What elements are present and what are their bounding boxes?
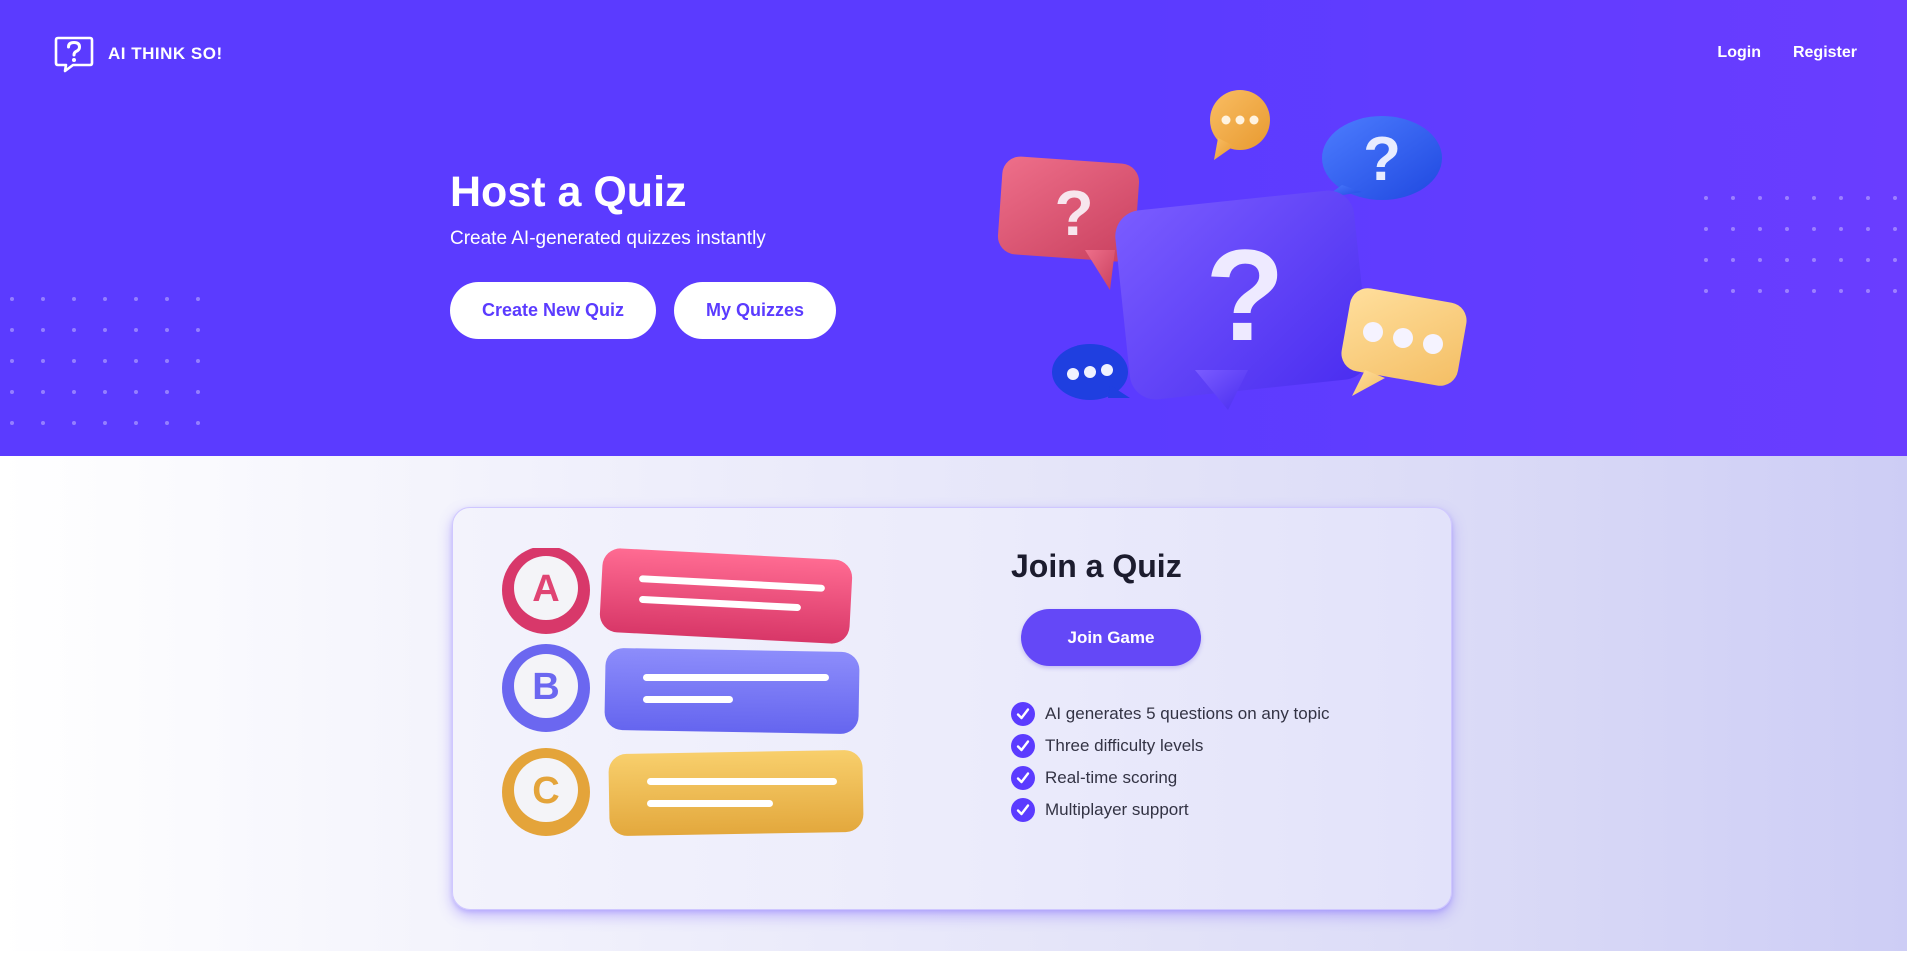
login-link[interactable]: Login xyxy=(1717,44,1761,62)
my-quizzes-button[interactable]: My Quizzes xyxy=(674,282,837,339)
check-circle-icon xyxy=(1011,702,1035,726)
list-item: Three difficulty levels xyxy=(1011,730,1329,762)
feature-text: Three difficulty levels xyxy=(1045,736,1204,755)
navy-chat-bubble-icon xyxy=(1052,344,1130,400)
option-b-label: B xyxy=(532,666,559,708)
list-item: Multiplayer support xyxy=(1011,794,1329,826)
chat-bubbles-illustration: ? ? ? xyxy=(997,90,1467,410)
feature-list: AI generates 5 questions on any topic Th… xyxy=(1011,698,1329,826)
option-b-row: B xyxy=(502,644,860,734)
svg-text:?: ? xyxy=(1054,177,1093,249)
register-link[interactable]: Register xyxy=(1793,44,1857,62)
purple-question-bubble-icon: ? xyxy=(1115,190,1369,410)
dot-pattern-right xyxy=(1704,196,1897,293)
check-circle-icon xyxy=(1011,766,1035,790)
abc-options-illustration: A B C xyxy=(502,548,864,836)
join-game-button[interactable]: Join Game xyxy=(1021,609,1201,666)
hero-subtitle: Create AI-generated quizzes instantly xyxy=(450,228,766,249)
svg-text:?: ? xyxy=(1205,222,1284,368)
svg-text:?: ? xyxy=(1363,125,1401,194)
feature-text: AI generates 5 questions on any topic xyxy=(1045,704,1330,723)
join-quiz-card: A B C Join a Quiz Join Game AI generates xyxy=(452,507,1452,910)
feature-text: Multiplayer support xyxy=(1045,800,1189,819)
check-circle-icon xyxy=(1011,798,1035,822)
option-a-label: A xyxy=(532,568,559,610)
option-c-label: C xyxy=(532,770,559,812)
question-bubble-icon xyxy=(54,36,94,73)
option-c-row: C xyxy=(502,748,864,836)
create-new-quiz-button[interactable]: Create New Quiz xyxy=(450,282,657,339)
list-item: AI generates 5 questions on any topic xyxy=(1011,698,1329,730)
join-quiz-title: Join a Quiz xyxy=(1011,548,1182,584)
hero-actions: Create New Quiz My Quizzes xyxy=(450,282,837,339)
check-circle-icon xyxy=(1011,734,1035,758)
dot-pattern-left xyxy=(10,297,200,425)
option-a-row: A xyxy=(502,548,853,644)
blue-question-bubble-icon: ? xyxy=(1322,116,1442,200)
orange-chat-bubble-icon xyxy=(1210,90,1270,160)
logo[interactable]: AI THINK SO! xyxy=(54,35,223,73)
hero-title: Host a Quiz xyxy=(450,168,687,216)
list-item: Real-time scoring xyxy=(1011,762,1329,794)
brand-name: AI THINK SO! xyxy=(108,44,223,63)
yellow-chat-bubble-icon xyxy=(1341,288,1467,396)
top-nav: Login Register xyxy=(1717,44,1857,62)
feature-text: Real-time scoring xyxy=(1045,768,1178,787)
hero-section: AI THINK SO! Login Register Host a Quiz … xyxy=(0,0,1907,456)
